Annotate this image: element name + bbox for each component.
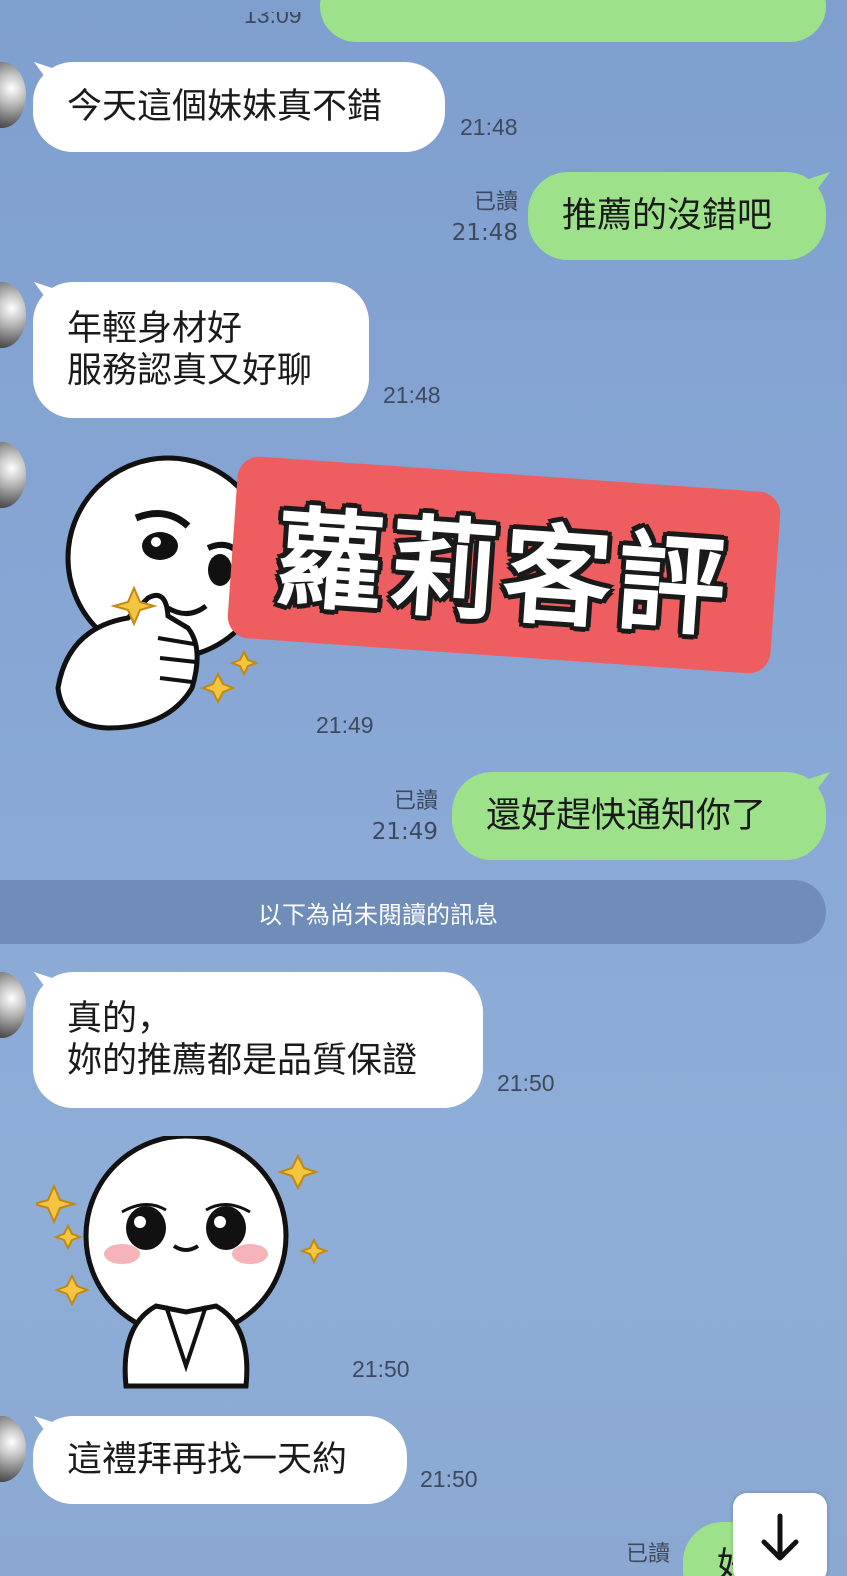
message-text: 今天這個妹妹真不錯: [67, 87, 383, 127]
outgoing-message-bubble[interactable]: 推薦的沒錯吧: [528, 172, 826, 260]
message-time: 21:48: [383, 382, 441, 408]
outgoing-message-bubble[interactable]: 還好趕快通知你了: [452, 772, 826, 860]
sticker-blushing-pleading[interactable]: [36, 1136, 336, 1396]
avatar[interactable]: [0, 442, 26, 508]
incoming-message-bubble[interactable]: 年輕身材好 服務認真又好聊: [33, 282, 369, 418]
message-text: 年輕身材好 服務認真又好聊: [67, 309, 313, 391]
arrow-down-icon: [761, 1513, 799, 1561]
read-status: 已讀 21:48: [451, 190, 518, 246]
read-status: 已讀: [625, 1542, 670, 1567]
incoming-message-bubble[interactable]: 真的， 妳的推薦都是品質保證: [33, 972, 483, 1108]
incoming-message-bubble[interactable]: 今天這個妹妹真不錯: [33, 62, 445, 152]
avatar[interactable]: [0, 972, 26, 1038]
message-time: 21:48: [460, 114, 518, 140]
message-time: 21:50: [420, 1466, 478, 1492]
avatar[interactable]: [0, 282, 26, 348]
scroll-to-bottom-button[interactable]: [733, 1493, 827, 1576]
partial-outgoing-bubble[interactable]: [320, 0, 826, 42]
stamp-text: 蘿莉客評: [271, 496, 736, 653]
message-text: 真的， 妳的推薦都是品質保證: [67, 999, 418, 1081]
read-status: 已讀 21:49: [371, 789, 438, 845]
message-text: 還好趕快通知你了: [486, 796, 767, 836]
message-time: 21:49: [316, 712, 374, 738]
avatar[interactable]: [0, 1416, 26, 1482]
message-time: 21:50: [352, 1356, 410, 1382]
avatar[interactable]: [0, 62, 26, 128]
message-text: 推薦的沒錯吧: [562, 196, 773, 236]
message-text: 這禮拜再找一天約: [67, 1440, 348, 1480]
unread-divider: 以下為尚未閱讀的訊息: [0, 880, 826, 944]
message-time: 21:50: [497, 1070, 555, 1096]
overlay-stamp: 蘿莉客評: [226, 455, 782, 675]
incoming-message-bubble[interactable]: 這禮拜再找一天約: [33, 1416, 407, 1504]
partial-time: 13:09: [244, 2, 302, 28]
